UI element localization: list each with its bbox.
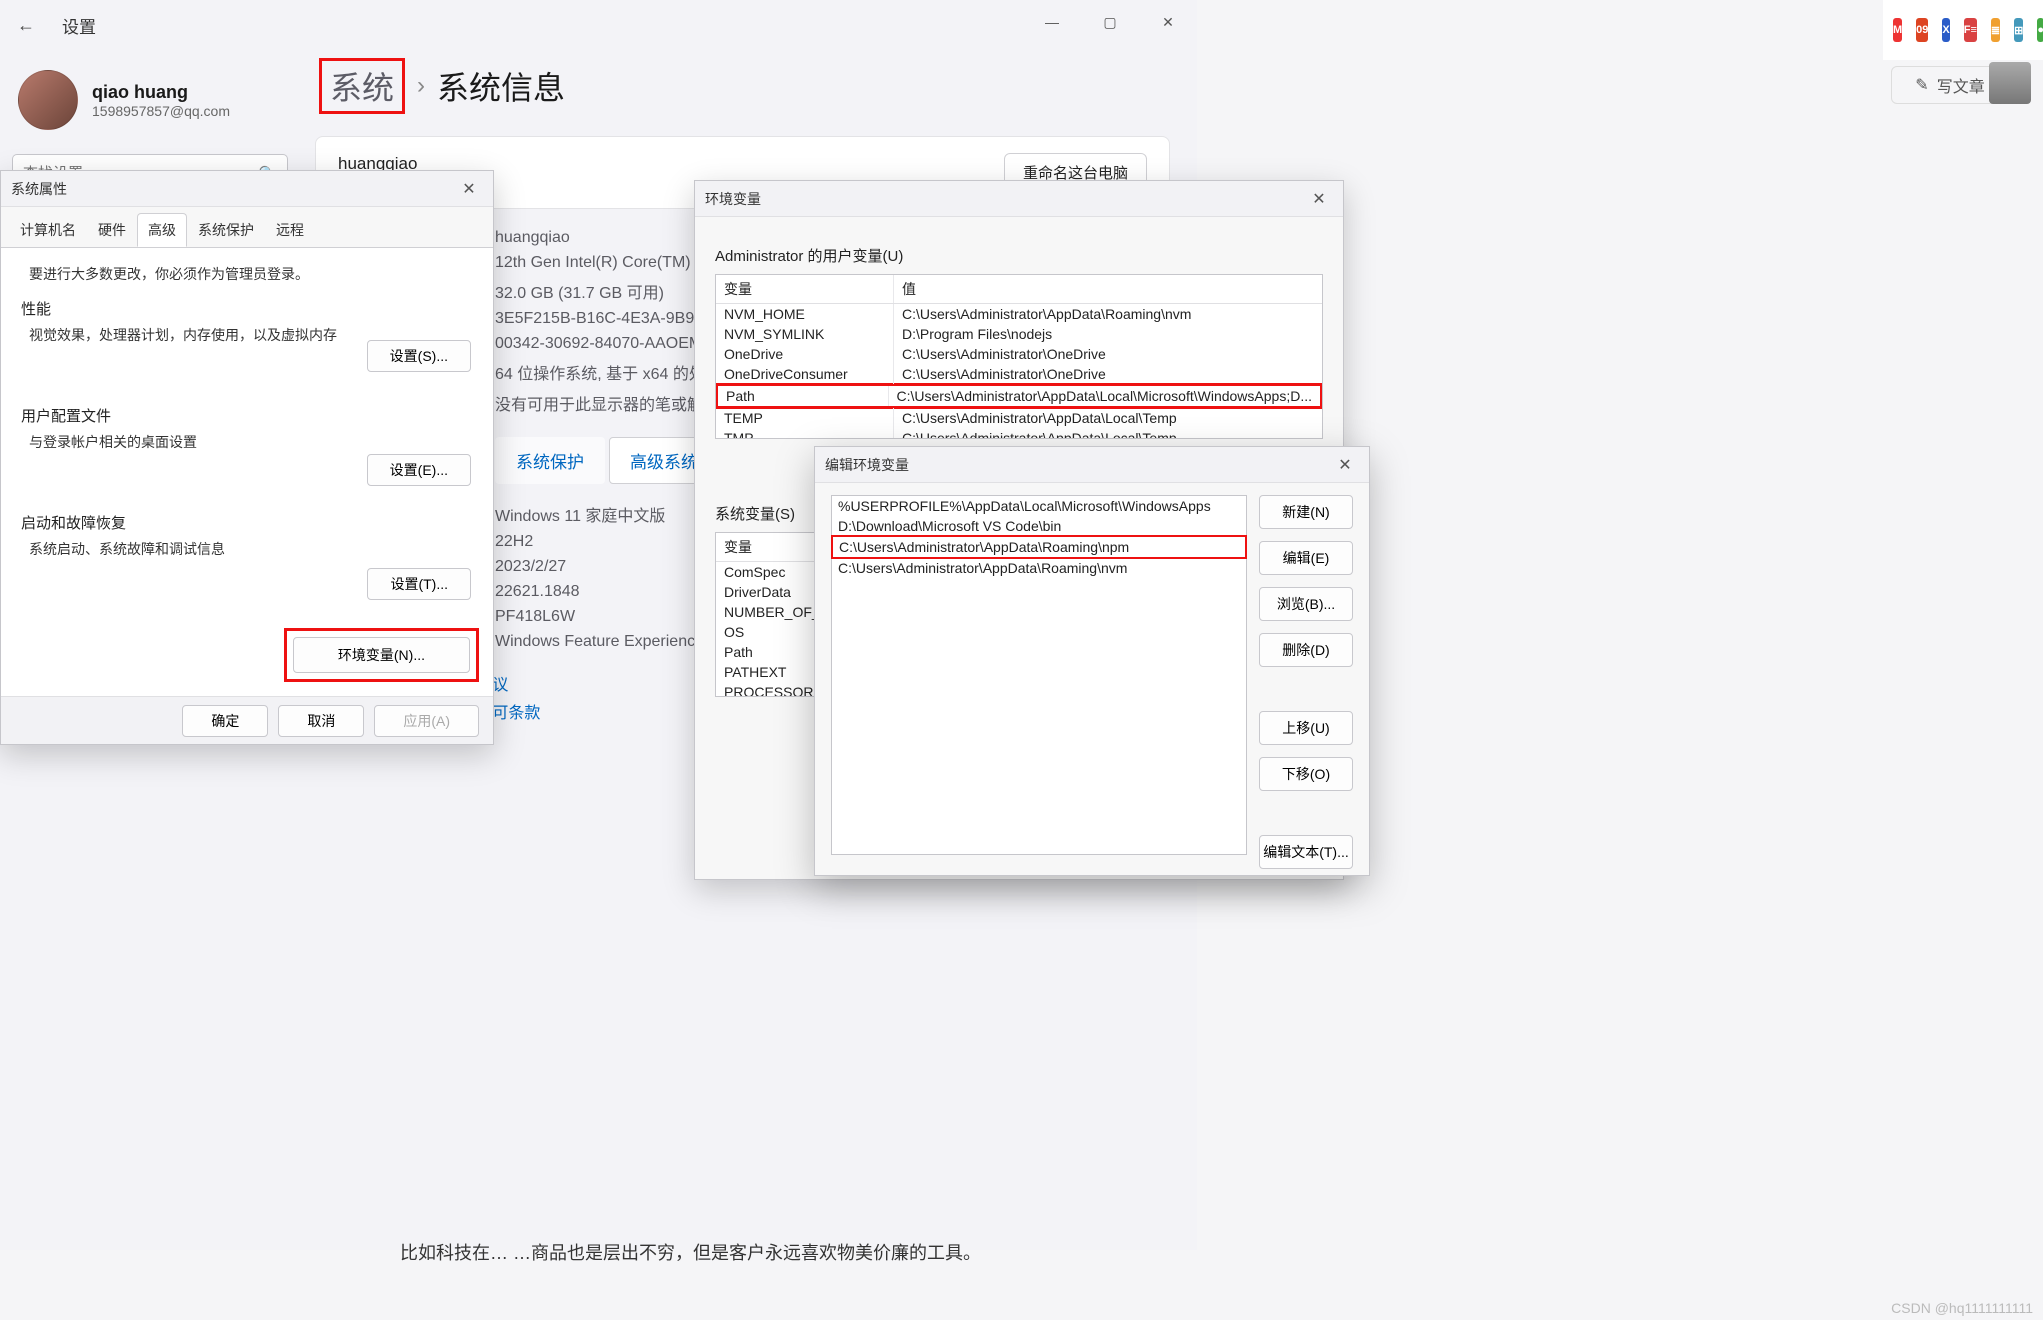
- spec-value: 22H2: [495, 533, 533, 551]
- table-row[interactable]: OneDriveConsumerC:\Users\Administrator\O…: [716, 364, 1322, 384]
- watermark: CSDN @hq1111111111: [1891, 1300, 2033, 1316]
- write-label: 写文章: [1937, 73, 1985, 97]
- table-header: 变量 值: [716, 275, 1322, 304]
- col-value: 值: [894, 275, 1322, 303]
- new-button[interactable]: 新建(N): [1259, 495, 1353, 529]
- table-row[interactable]: TEMPC:\Users\Administrator\AppData\Local…: [716, 408, 1322, 428]
- app-icon[interactable]: X: [1942, 18, 1949, 42]
- tab-computer-name[interactable]: 计算机名: [9, 213, 87, 247]
- minimize-button[interactable]: —: [1023, 2, 1081, 42]
- apply-button[interactable]: 应用(A): [374, 705, 479, 737]
- dialog-title: 编辑环境变量: [815, 447, 1369, 483]
- up-button[interactable]: 上移(U): [1259, 711, 1353, 745]
- app-icon[interactable]: F≡: [1964, 18, 1977, 42]
- page-title: 系统信息: [437, 63, 565, 109]
- table-row[interactable]: TMPC:\Users\Administrator\AppData\Local\…: [716, 428, 1322, 439]
- env-variables-button[interactable]: 环境变量(N)...: [293, 637, 470, 673]
- dialog-body: 要进行大多数更改，你必须作为管理员登录。 性能 视觉效果，处理器计划，内存使用，…: [1, 248, 493, 726]
- spec-value: 32.0 GB (31.7 GB 可用): [495, 279, 664, 303]
- window-controls: — ▢ ✕: [1023, 2, 1197, 42]
- edit-button[interactable]: 编辑(E): [1259, 541, 1353, 575]
- cancel-button[interactable]: 取消: [278, 705, 364, 737]
- app-icon[interactable]: ●: [2037, 18, 2043, 42]
- startup-settings-button[interactable]: 设置(T)...: [367, 568, 471, 600]
- back-button[interactable]: ←: [8, 7, 44, 43]
- user-avatar-small[interactable]: [1989, 62, 2031, 104]
- dialog-title: 系统属性: [1, 171, 493, 207]
- profile-settings-button[interactable]: 设置(E)...: [367, 454, 471, 486]
- startup-desc: 系统启动、系统故障和调试信息: [29, 539, 473, 559]
- list-item[interactable]: D:\Download\Microsoft VS Code\bin: [832, 516, 1246, 536]
- tabs: 计算机名 硬件 高级 系统保护 远程: [1, 213, 493, 248]
- app-icon[interactable]: ≣: [1991, 18, 2000, 42]
- tab-hardware[interactable]: 硬件: [87, 213, 137, 247]
- delete-button[interactable]: 删除(D): [1259, 633, 1353, 667]
- user-email: 1598957857@qq.com: [92, 103, 230, 119]
- spec-value: 00342-30692-84070-AAOEM: [495, 335, 702, 353]
- tab-remote[interactable]: 远程: [265, 213, 315, 247]
- spec-value: 22621.1848: [495, 583, 580, 601]
- titlebar: ← 设置 — ▢ ✕: [0, 0, 1197, 50]
- window-title: 设置: [62, 13, 96, 38]
- profile-desc: 与登录帐户相关的桌面设置: [29, 432, 473, 452]
- list-item[interactable]: %USERPROFILE%\AppData\Local\Microsoft\Wi…: [832, 496, 1246, 516]
- tab-system-protection[interactable]: 系统保护: [495, 437, 605, 484]
- admin-note: 要进行大多数更改，你必须作为管理员登录。: [29, 264, 473, 284]
- profile-title: 用户配置文件: [21, 405, 473, 426]
- user-name: qiao huang: [92, 82, 230, 103]
- perf-title: 性能: [21, 298, 473, 319]
- spec-value: huangqiao: [495, 229, 570, 247]
- down-button[interactable]: 下移(O): [1259, 757, 1353, 791]
- close-icon[interactable]: ✕: [451, 177, 487, 201]
- pencil-icon: ✎: [1915, 75, 1928, 95]
- list-item[interactable]: C:\Users\Administrator\AppData\Roaming\n…: [832, 558, 1246, 578]
- calendar-icon[interactable]: 09: [1916, 18, 1928, 42]
- table-row[interactable]: OneDriveC:\Users\Administrator\OneDrive: [716, 344, 1322, 364]
- table-row-path[interactable]: PathC:\Users\Administrator\AppData\Local…: [715, 383, 1323, 409]
- app-icon[interactable]: ⊞: [2014, 18, 2023, 42]
- edit-env-dialog: 编辑环境变量 ✕ %USERPROFILE%\AppData\Local\Mic…: [814, 446, 1370, 876]
- list-item-npm[interactable]: C:\Users\Administrator\AppData\Roaming\n…: [831, 535, 1247, 559]
- close-button[interactable]: ✕: [1139, 2, 1197, 42]
- dialog-title: 环境变量: [695, 181, 1343, 217]
- tab-protection[interactable]: 系统保护: [187, 213, 265, 247]
- gmail-icon[interactable]: M: [1893, 18, 1902, 42]
- avatar: [18, 70, 78, 130]
- user-vars-table[interactable]: 变量 值 NVM_HOMEC:\Users\Administrator\AppD…: [715, 274, 1323, 439]
- browse-button[interactable]: 浏览(B)...: [1259, 587, 1353, 621]
- ok-button[interactable]: 确定: [182, 705, 268, 737]
- col-variable: 变量: [716, 275, 894, 303]
- user-vars-label: Administrator 的用户变量(U): [715, 245, 1343, 266]
- spec-value: PF418L6W: [495, 608, 575, 626]
- breadcrumb: 系统 › 系统信息: [319, 58, 1191, 114]
- perf-settings-button[interactable]: 设置(S)...: [367, 340, 471, 372]
- spec-value: Windows 11 家庭中文版: [495, 502, 665, 526]
- spec-value: 2023/2/27: [495, 558, 566, 576]
- path-list[interactable]: %USERPROFILE%\AppData\Local\Microsoft\Wi…: [831, 495, 1247, 855]
- dialog-footer: 确定 取消 应用(A): [1, 696, 493, 744]
- bookmarks-bar: M 09 X F≡ ≣ ⊞ ●: [1883, 0, 2043, 60]
- tab-advanced[interactable]: 高级: [137, 213, 187, 247]
- side-buttons: 新建(N) 编辑(E) 浏览(B)... 删除(D) 上移(U) 下移(O) 编…: [1259, 495, 1353, 869]
- footer-text: 比如科技在… …商品也是层出不穷，但是客户永远喜欢物美价廉的工具。: [400, 1240, 1200, 1267]
- table-row[interactable]: NVM_HOMEC:\Users\Administrator\AppData\R…: [716, 304, 1322, 324]
- system-properties-dialog: 系统属性 ✕ 计算机名 硬件 高级 系统保护 远程 要进行大多数更改，你必须作为…: [0, 170, 494, 745]
- chevron-right-icon: ›: [417, 72, 425, 100]
- table-row[interactable]: NVM_SYMLINKD:\Program Files\nodejs: [716, 324, 1322, 344]
- maximize-button[interactable]: ▢: [1081, 2, 1139, 42]
- edit-text-button[interactable]: 编辑文本(T)...: [1259, 835, 1353, 869]
- env-button-highlight: 环境变量(N)...: [284, 628, 479, 682]
- startup-title: 启动和故障恢复: [21, 512, 473, 533]
- close-icon[interactable]: ✕: [1327, 453, 1363, 477]
- user-profile[interactable]: qiao huang 1598957857@qq.com: [18, 70, 288, 130]
- breadcrumb-parent[interactable]: 系统: [319, 58, 405, 114]
- close-icon[interactable]: ✕: [1301, 187, 1337, 211]
